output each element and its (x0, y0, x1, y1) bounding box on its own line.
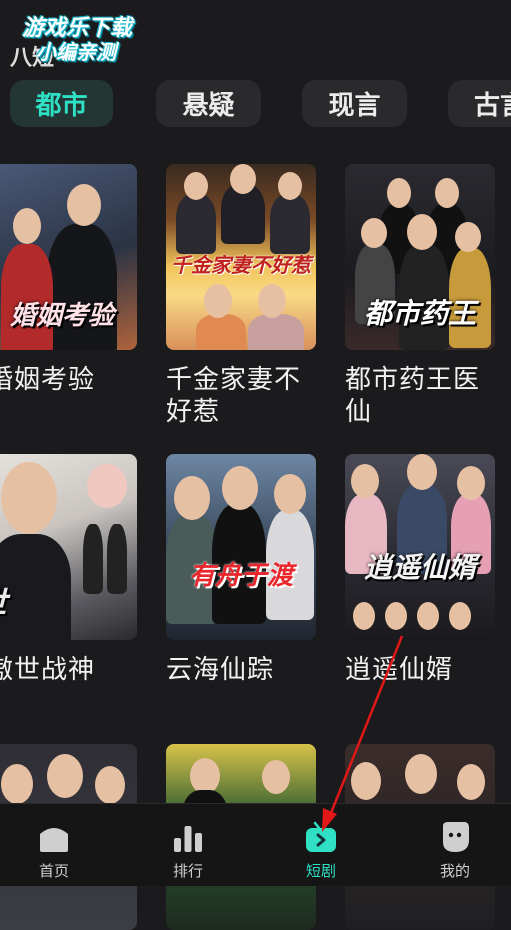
drama-title: 千金家妻不好惹 (166, 365, 302, 427)
drama-card[interactable]: 傲世 傲世战神 (0, 454, 137, 686)
nav-profile[interactable]: 我的 (391, 804, 511, 886)
drama-card[interactable]: 婚姻考验 婚姻考验 (0, 164, 137, 396)
poster-title: 逍遥仙婿 (363, 551, 476, 584)
tv-play-icon (306, 821, 336, 852)
nav-ranking[interactable]: 排行 (124, 804, 252, 886)
poster-title: 有舟于渡 (188, 561, 293, 591)
drama-poster[interactable]: 都市药王 (345, 164, 495, 350)
drama-poster[interactable]: 傲世 (0, 454, 137, 640)
profile-icon (443, 822, 469, 852)
poster-title: 千金家妻不好惹 (171, 253, 311, 277)
nav-label: 排行 (172, 862, 203, 880)
drama-card[interactable]: 逍遥仙婿 逍遥仙婿 (345, 454, 495, 686)
drama-card[interactable]: 有舟于渡 云海仙踪 (166, 454, 316, 686)
home-icon (40, 828, 68, 852)
drama-grid: 婚姻考验 婚姻考验 千金家妻不好惹 千金家妻不好惹 都市药王 都市药王医仙 傲世… (0, 0, 511, 930)
drama-poster[interactable]: 千金家妻不好惹 (166, 164, 316, 350)
drama-title: 逍遥仙婿 (345, 655, 454, 685)
nav-home[interactable]: 首页 (0, 804, 118, 886)
poster-title: 婚姻考验 (9, 301, 114, 331)
drama-card[interactable]: 千金家妻不好惹 千金家妻不好惹 (166, 164, 316, 428)
bottom-nav: 首页 排行 短剧 我的 (0, 803, 511, 886)
drama-poster[interactable]: 婚姻考验 (0, 164, 137, 350)
nav-label: 首页 (38, 862, 69, 880)
nav-label: 短剧 (305, 862, 336, 880)
drama-poster[interactable]: 逍遥仙婿 (345, 454, 495, 640)
drama-title: 都市药王医仙 (345, 365, 481, 427)
poster-title: 都市药王 (363, 297, 476, 330)
drama-title: 傲世战神 (0, 655, 96, 685)
drama-title: 云海仙踪 (166, 655, 275, 685)
drama-poster[interactable]: 有舟于渡 (166, 454, 316, 640)
drama-card[interactable]: 都市药王 都市药王医仙 (345, 164, 495, 428)
nav-short-drama[interactable]: 短剧 (257, 804, 385, 886)
poster-title: 傲世 (0, 578, 137, 622)
ranking-icon (174, 826, 202, 852)
drama-title: 婚姻考验 (0, 365, 96, 395)
nav-label: 我的 (439, 862, 470, 880)
